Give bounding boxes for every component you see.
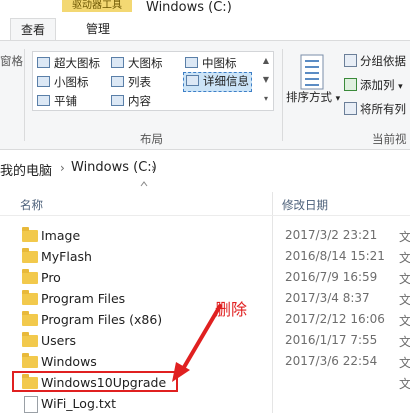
chevron-right-icon[interactable]: › [60, 161, 65, 175]
table-row[interactable]: Image 2017/3/2 23:21 文 [12, 225, 410, 246]
breadcrumb-this-pc[interactable]: 我的电脑 [0, 160, 52, 179]
add-column-icon [344, 78, 357, 91]
current-view-group-label: 当前视 [372, 132, 407, 146]
table-row[interactable]: WiFi_Log.txt [12, 393, 402, 414]
delete-annotation-label: 删除 [215, 300, 248, 319]
small-icons-icon [37, 76, 50, 87]
content-icon [111, 95, 124, 106]
chevron-down-icon: ▾ [335, 94, 341, 104]
layout-gallery: 超大图标 大图标 中图标 小图标 列表 详细信息 平铺 内容 ▲ ▼ ▾ [32, 51, 274, 111]
layout-group-label: 布局 [140, 132, 163, 146]
chevron-down-icon: ▾ [398, 82, 403, 92]
layout-tiles[interactable]: 平铺 [37, 92, 77, 110]
chevron-up-icon [140, 181, 148, 187]
add-column-button[interactable]: 添加列 ▾ [344, 77, 403, 93]
list-icon [111, 76, 124, 87]
sort-by-icon[interactable] [297, 53, 329, 91]
chevron-right-icon[interactable]: › [151, 161, 156, 175]
folder-icon [22, 290, 38, 305]
folder-icon [22, 311, 38, 326]
layout-extra-large-icons[interactable]: 超大图标 [37, 54, 100, 72]
group-by-icon [344, 54, 357, 67]
highlight-box [12, 371, 178, 392]
layout-details[interactable]: 详细信息 [183, 72, 252, 92]
text-file-icon [24, 396, 38, 413]
layout-content[interactable]: 内容 [111, 92, 151, 110]
window-title: Windows (C:) [146, 0, 232, 15]
table-row[interactable]: MyFlash 2016/8/14 15:21 文 [12, 246, 410, 267]
folder-icon [22, 353, 38, 368]
tab-view[interactable]: 查看 [10, 18, 57, 40]
medium-icons-icon [185, 57, 198, 68]
ribbon: 窗格 超大图标 大图标 中图标 小图标 列表 详细信息 平铺 内容 ▲ ▼ ▾ … [0, 40, 410, 150]
folder-icon [22, 269, 38, 284]
layout-list[interactable]: 列表 [111, 73, 151, 91]
extra-large-icons-icon [37, 57, 50, 68]
breadcrumb-drive-c[interactable]: Windows (C:) [71, 160, 157, 175]
layout-medium-icons[interactable]: 中图标 [185, 54, 237, 72]
ribbon-separator [24, 49, 25, 141]
fit-columns-icon [344, 102, 357, 115]
column-header-date[interactable]: 修改日期 [282, 197, 328, 213]
folder-icon [22, 248, 38, 263]
column-header-name[interactable]: 名称 [20, 197, 43, 213]
folder-icon [22, 332, 38, 347]
layout-small-icons[interactable]: 小图标 [37, 73, 89, 91]
large-icons-icon [111, 57, 124, 68]
gallery-scroll-down-icon[interactable]: ▼ [261, 72, 271, 88]
tab-manage[interactable]: 管理 [76, 18, 120, 40]
gallery-scroll-up-icon[interactable]: ▲ [261, 53, 271, 69]
pane-label-partial[interactable]: 窗格 [0, 53, 23, 69]
ribbon-separator [282, 49, 283, 141]
group-by-button[interactable]: 分组依据 [344, 53, 406, 69]
layout-large-icons[interactable]: 大图标 [111, 54, 163, 72]
header-divider [0, 215, 410, 216]
drive-tools-contextual-tab[interactable]: 驱动器工具 [62, 0, 132, 12]
gallery-expand-icon[interactable]: ▾ [261, 91, 271, 107]
table-row[interactable]: Pro 2016/7/9 16:59 文 [12, 267, 410, 288]
details-icon [186, 75, 199, 86]
tiles-icon [37, 95, 50, 106]
fit-all-columns-button[interactable]: 将所有列 [344, 101, 406, 117]
folder-icon [22, 227, 38, 242]
sort-by-button[interactable]: 排序方式 ▾ [286, 89, 340, 105]
